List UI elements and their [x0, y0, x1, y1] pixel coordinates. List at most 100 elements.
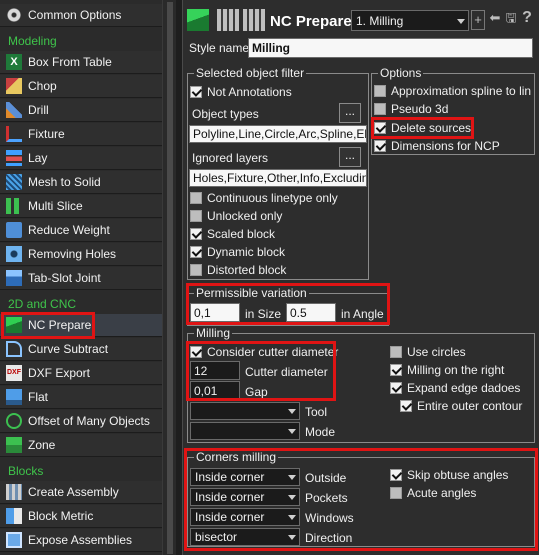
group-title: Options: [378, 66, 424, 80]
checkbox-box[interactable]: [390, 364, 402, 376]
angle-variation-input[interactable]: 0.5: [286, 303, 336, 322]
arrow-left-icon[interactable]: ⬅: [488, 8, 502, 28]
lay-icon: [6, 150, 22, 166]
nc-prepare-panel: NC Prepare 1. Milling + ⬅ 🖫 ? Style name…: [182, 0, 539, 555]
sidebar-item-zone[interactable]: Zone: [0, 434, 162, 457]
dimensions-for-ncp-checkbox[interactable]: Dimensions for NCP: [374, 139, 500, 153]
sidebar-item-fixture[interactable]: Fixture: [0, 123, 162, 146]
checkbox-box[interactable]: [190, 228, 202, 240]
checkbox-box[interactable]: [374, 140, 386, 152]
chevron-down-icon: [288, 515, 296, 520]
help-icon[interactable]: ?: [519, 8, 535, 28]
pockets-corner-select[interactable]: Inside corner: [190, 488, 300, 506]
sidebar-item-drill[interactable]: Drill: [0, 99, 162, 122]
sidebar-item-lay[interactable]: Lay: [0, 147, 162, 170]
cutter-diameter-label: Cutter diameter: [245, 365, 328, 379]
use-circles-checkbox[interactable]: Use circles: [390, 345, 466, 359]
cutter-preset-alt-button[interactable]: [243, 9, 265, 31]
sidebar-item-flat[interactable]: Flat: [0, 386, 162, 409]
dynamic-block-checkbox[interactable]: Dynamic block: [190, 245, 285, 259]
style-name-input[interactable]: Milling: [248, 38, 533, 58]
sidebar-item-curve-subtract[interactable]: Curve Subtract: [0, 338, 162, 361]
checkbox-label: Distorted block: [207, 263, 287, 277]
checkbox-box[interactable]: [190, 346, 202, 358]
object-types-input[interactable]: Polyline,Line,Circle,Arc,Spline,Ellipse: [189, 125, 367, 143]
checkbox-box[interactable]: [190, 86, 202, 98]
sidebar-item-expose-assemblies[interactable]: Expose Assemblies: [0, 529, 162, 552]
chevron-down-icon: [288, 535, 296, 540]
pockets-label: Pockets: [305, 491, 348, 505]
windows-label: Windows: [305, 511, 354, 525]
outside-corner-select[interactable]: Inside corner: [190, 468, 300, 486]
windows-corner-select[interactable]: Inside corner: [190, 508, 300, 526]
checkbox-box[interactable]: [374, 103, 386, 115]
sidebar-item-label: Expose Assemblies: [28, 533, 133, 547]
unlocked-only-checkbox[interactable]: Unlocked only: [190, 209, 282, 223]
checkbox-box[interactable]: [400, 400, 412, 412]
select-value: Inside corner: [195, 470, 265, 484]
sidebar-item-create-assembly[interactable]: Create Assembly: [0, 481, 162, 504]
sidebar-item-chop[interactable]: Chop: [0, 75, 162, 98]
checkbox-box[interactable]: [374, 85, 386, 97]
section-header-blocks: Blocks: [0, 459, 162, 482]
nc-prepare-run-button[interactable]: [187, 9, 209, 31]
checkbox-label: Acute angles: [407, 486, 477, 500]
checkbox-label: Unlocked only: [207, 209, 283, 223]
entire-outer-contour-checkbox[interactable]: Entire outer contour: [400, 399, 522, 413]
sidebar-item-common-options[interactable]: Common Options: [0, 4, 162, 27]
sidebar-item-label: DXF Export: [28, 366, 91, 380]
sidebar-item-label: Common Options: [28, 8, 122, 22]
mode-select[interactable]: [190, 422, 300, 440]
checkbox-box[interactable]: [190, 246, 202, 258]
pseudo-3d-checkbox[interactable]: Pseudo 3d: [374, 102, 448, 116]
scrollbar-thumb[interactable]: [167, 2, 173, 554]
direction-select[interactable]: bisector: [190, 528, 300, 546]
cutter-diameter-input[interactable]: 12: [190, 361, 240, 380]
select-value: Inside corner: [195, 490, 265, 504]
checkbox-label: Expand edge dadoes: [407, 381, 521, 395]
scaled-block-checkbox[interactable]: Scaled block: [190, 227, 275, 241]
size-variation-input[interactable]: 0,1: [190, 303, 240, 322]
not-annotations-checkbox[interactable]: Not Annotations: [190, 85, 292, 99]
sidebar-item-label: Removing Holes: [28, 247, 117, 261]
sidebar-item-box-from-table[interactable]: X Box From Table: [0, 51, 162, 74]
add-style-button[interactable]: +: [471, 10, 485, 30]
save-icon[interactable]: 🖫: [504, 8, 518, 28]
checkbox-box[interactable]: [190, 264, 202, 276]
checkbox-box[interactable]: [374, 122, 386, 134]
cutter-preset-button[interactable]: [217, 9, 239, 31]
sidebar-item-multi-slice[interactable]: Multi Slice: [0, 195, 162, 218]
sidebar-item-tab-slot-joint[interactable]: Tab-Slot Joint: [0, 267, 162, 290]
approximation-spline-checkbox[interactable]: Approximation spline to lin: [374, 84, 531, 98]
checkbox-box[interactable]: [190, 210, 202, 222]
distorted-block-checkbox[interactable]: Distorted block: [190, 263, 286, 277]
tool-select[interactable]: [190, 402, 300, 420]
checkbox-box[interactable]: [390, 469, 402, 481]
sidebar-item-nc-prepare[interactable]: NC Prepare: [0, 314, 162, 337]
ignored-layers-input[interactable]: Holes,Fixture,Other,Info,Excluding,Ar: [189, 169, 367, 187]
continuous-linetype-checkbox[interactable]: Continuous linetype only: [190, 191, 338, 205]
skip-obtuse-angles-checkbox[interactable]: Skip obtuse angles: [390, 468, 508, 482]
excel-icon: X: [6, 54, 22, 70]
sidebar-item-block-metric[interactable]: Block Metric: [0, 505, 162, 528]
checkbox-box[interactable]: [390, 382, 402, 394]
object-types-browse-button[interactable]: ...: [339, 103, 361, 123]
ignored-layers-browse-button[interactable]: ...: [339, 147, 361, 167]
expand-edge-dadoes-checkbox[interactable]: Expand edge dadoes: [390, 381, 520, 395]
sidebar-item-dxf-export[interactable]: DXF DXF Export: [0, 362, 162, 385]
sidebar-item-reduce-weight[interactable]: Reduce Weight: [0, 219, 162, 242]
checkbox-box[interactable]: [190, 192, 202, 204]
checkbox-box[interactable]: [390, 346, 402, 358]
sidebar-scrollbar[interactable]: [162, 0, 176, 555]
sidebar-item-mesh-to-solid[interactable]: Mesh to Solid: [0, 171, 162, 194]
checkbox-box[interactable]: [390, 487, 402, 499]
gap-input[interactable]: 0,01: [190, 381, 240, 400]
consider-cutter-diameter-checkbox[interactable]: Consider cutter diameter: [190, 345, 338, 359]
milling-on-right-checkbox[interactable]: Milling on the right: [390, 363, 504, 377]
style-select[interactable]: 1. Milling: [351, 10, 469, 31]
sidebar-item-label: NC Prepare: [28, 318, 92, 332]
acute-angles-checkbox[interactable]: Acute angles: [390, 486, 476, 500]
sidebar-item-offset-many[interactable]: Offset of Many Objects: [0, 410, 162, 433]
delete-sources-checkbox[interactable]: Delete sources: [374, 121, 471, 135]
sidebar-item-removing-holes[interactable]: Removing Holes: [0, 243, 162, 266]
